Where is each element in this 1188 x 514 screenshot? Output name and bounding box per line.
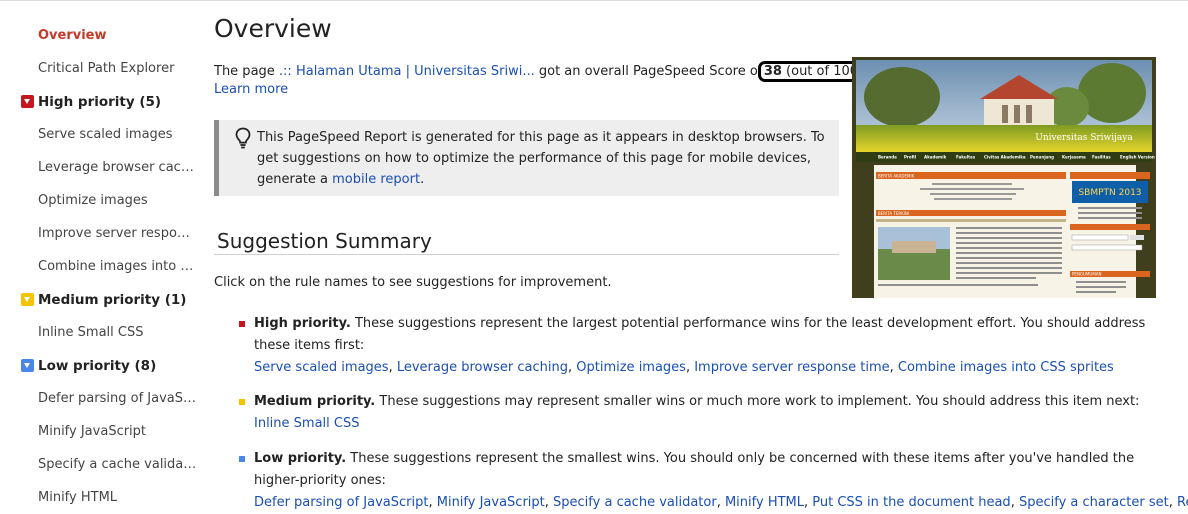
rule-link-defer-parsing-js[interactable]: Defer parsing of JavaScript bbox=[254, 495, 428, 510]
analyzed-page-link[interactable]: .:: Halaman Utama | Universitas Sriwi... bbox=[279, 64, 535, 79]
medium-priority-label: Medium priority. bbox=[254, 394, 376, 409]
sidebar-group-high-priority[interactable]: High priority (5) bbox=[21, 94, 161, 110]
sidebar-item-optimize-images[interactable]: Optimize images bbox=[38, 193, 198, 208]
high-priority-links: Serve scaled images, Leverage browser ca… bbox=[254, 360, 1114, 375]
rule-link-optimize-images[interactable]: Optimize images bbox=[576, 360, 686, 375]
score-value: 38 bbox=[763, 64, 782, 79]
sidebar-group-label: Low priority (8) bbox=[38, 358, 157, 374]
page-screenshot-thumbnail: Universitas Sriwijaya Beranda Profil Aka… bbox=[852, 57, 1156, 298]
suggestion-summary-heading: Suggestion Summary bbox=[217, 229, 432, 253]
mobile-report-link[interactable]: mobile report bbox=[332, 172, 420, 187]
low-priority-links: Defer parsing of JavaScript, Minify Java… bbox=[254, 492, 1188, 514]
thumb-news-header-2: BERITA TERKINI bbox=[878, 211, 909, 216]
sidebar-item-defer-parsing-js[interactable]: Defer parsing of JavaScript bbox=[38, 391, 198, 406]
sidebar-item-critical-path-explorer[interactable]: Critical Path Explorer bbox=[38, 61, 198, 76]
sidebar-item-combine-images[interactable]: Combine images into CS... bbox=[38, 259, 198, 274]
lightbulb-icon bbox=[235, 127, 251, 153]
low-priority-marker bbox=[239, 456, 245, 462]
low-priority-section: Low priority. These suggestions represen… bbox=[239, 448, 1188, 514]
low-priority-description: Low priority. These suggestions represen… bbox=[254, 448, 1164, 492]
low-priority-label: Low priority. bbox=[254, 451, 347, 466]
triangle-down-icon bbox=[21, 95, 34, 108]
sidebar-item-improve-server-response[interactable]: Improve server response t... bbox=[38, 226, 198, 241]
rule-link-serve-scaled-images[interactable]: Serve scaled images bbox=[254, 360, 389, 375]
sidebar-item-leverage-browser-caching[interactable]: Leverage browser caching bbox=[38, 160, 198, 175]
high-priority-text: These suggestions represent the largest … bbox=[254, 316, 1146, 353]
medium-priority-marker bbox=[239, 399, 245, 405]
thumb-menu-item: Fasilitas bbox=[1092, 155, 1111, 160]
high-priority-label: High priority. bbox=[254, 316, 351, 331]
sidebar-item-inline-small-css[interactable]: Inline Small CSS bbox=[38, 325, 198, 340]
rule-link-specify-cache-validator[interactable]: Specify a cache validator bbox=[553, 495, 717, 510]
triangle-down-icon bbox=[21, 293, 34, 306]
desktop-notice: This PageSpeed Report is generated for t… bbox=[214, 120, 839, 196]
thumb-side-header: PENGUMUMAN bbox=[1072, 272, 1102, 277]
section-divider bbox=[214, 254, 839, 255]
sidebar: Overview Critical Path Explorer High pri… bbox=[0, 0, 200, 509]
rule-link-put-css-in-head[interactable]: Put CSS in the document head bbox=[812, 495, 1010, 510]
thumb-menu-item: Akademik bbox=[924, 155, 947, 160]
high-priority-marker bbox=[239, 321, 245, 327]
sidebar-item-specify-cache-validator[interactable]: Specify a cache validator bbox=[38, 457, 198, 472]
page-title: Overview bbox=[214, 14, 332, 43]
medium-priority-text: These suggestions may represent smaller … bbox=[375, 394, 1140, 409]
rule-link-combine-images[interactable]: Combine images into CSS sprites bbox=[898, 360, 1114, 375]
sidebar-group-low-priority[interactable]: Low priority (8) bbox=[21, 358, 156, 374]
sidebar-group-label: Medium priority (1) bbox=[38, 292, 187, 308]
triangle-down-icon bbox=[21, 359, 34, 372]
low-priority-text: These suggestions represent the smallest… bbox=[254, 451, 1135, 488]
sidebar-item-overview[interactable]: Overview bbox=[38, 28, 198, 43]
high-priority-section: High priority. These suggestions represe… bbox=[239, 313, 1164, 379]
rule-link-minify-javascript[interactable]: Minify JavaScript bbox=[437, 495, 545, 510]
thumb-menu-item: Kerjasama bbox=[1062, 155, 1086, 160]
thumb-menu-item: Beranda bbox=[878, 155, 897, 160]
medium-priority-description: Medium priority. These suggestions may r… bbox=[254, 391, 1164, 413]
medium-priority-section: Medium priority. These suggestions may r… bbox=[239, 391, 1164, 435]
sidebar-group-label: High priority (5) bbox=[38, 94, 162, 110]
rule-link-minify-html[interactable]: Minify HTML bbox=[725, 495, 804, 510]
sidebar-item-serve-scaled-images[interactable]: Serve scaled images bbox=[38, 127, 198, 142]
thumb-menu-item: Civitas Akademika bbox=[984, 155, 1026, 160]
thumb-banner-title: Universitas Sriwijaya bbox=[1035, 133, 1133, 143]
score-summary: The page .:: Halaman Utama | Universitas… bbox=[214, 61, 870, 82]
score-middle: got an overall PageSpeed Score o bbox=[534, 64, 758, 79]
rule-link-remove[interactable]: Remove bbox=[1177, 495, 1188, 510]
suggestion-intro: Click on the rule names to see suggestio… bbox=[214, 275, 612, 290]
thumb-menu-item: English Version bbox=[1120, 155, 1155, 160]
thumb-menu-item: Fakultas bbox=[956, 155, 976, 160]
rule-link-leverage-browser-caching[interactable]: Leverage browser caching bbox=[397, 360, 568, 375]
thumb-menu-item: Profil bbox=[904, 155, 917, 160]
thumb-side-banner: SBMPTN 2013 bbox=[1078, 188, 1141, 198]
sidebar-item-minify-javascript[interactable]: Minify JavaScript bbox=[38, 424, 198, 439]
thumb-menu-item: Penunjang bbox=[1030, 155, 1054, 160]
rule-link-inline-small-css[interactable]: Inline Small CSS bbox=[254, 416, 360, 431]
notice-period: . bbox=[420, 172, 425, 187]
high-priority-description: High priority. These suggestions represe… bbox=[254, 313, 1164, 357]
rule-link-specify-character-set[interactable]: Specify a character set bbox=[1019, 495, 1169, 510]
thumb-news-header: BERITA AKADEMIK bbox=[878, 174, 915, 179]
rule-link-improve-server-response[interactable]: Improve server response time bbox=[694, 360, 889, 375]
notice-text: This PageSpeed Report is generated for t… bbox=[257, 127, 827, 190]
learn-more-link[interactable]: Learn more bbox=[214, 82, 288, 97]
score-prefix: The page bbox=[214, 64, 279, 79]
medium-priority-links: Inline Small CSS bbox=[254, 413, 1164, 435]
sidebar-group-medium-priority[interactable]: Medium priority (1) bbox=[21, 292, 186, 308]
sidebar-item-minify-html[interactable]: Minify HTML bbox=[38, 490, 198, 505]
